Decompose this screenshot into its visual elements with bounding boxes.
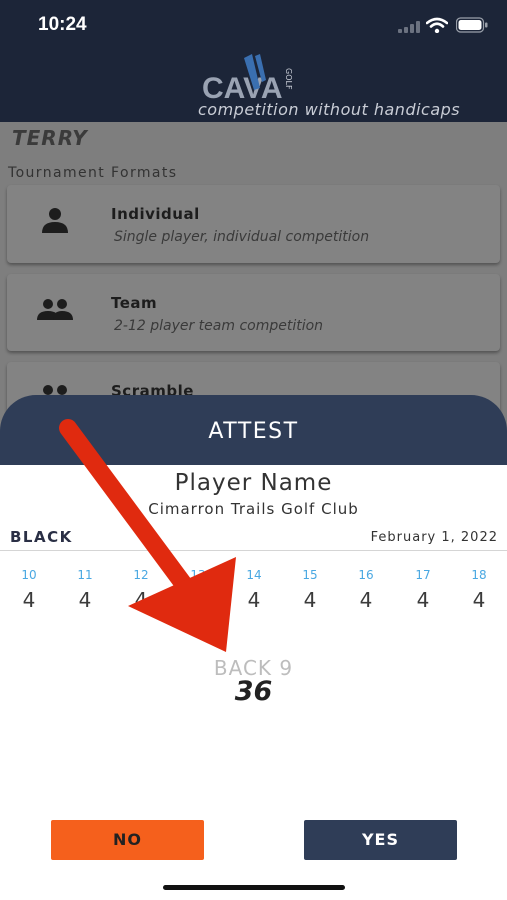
status-time: 10:24 [38, 14, 87, 35]
group-icon [37, 299, 73, 320]
wifi-icon [426, 17, 448, 33]
club-name: Cimarron Trails Golf Club [148, 500, 359, 518]
hole-number: 17 [415, 568, 431, 582]
hole-strokes: 4 [22, 588, 36, 612]
hole-number: 14 [246, 568, 262, 582]
player-name: Player Name [174, 470, 333, 496]
hole-strokes: 4 [247, 588, 261, 612]
hole-strokes: 4 [472, 588, 486, 612]
cava-golf-logo: CAVA GOLF [202, 54, 293, 105]
hole-number: 18 [471, 568, 487, 582]
section-title: Tournament Formats [8, 165, 178, 181]
hole-number: 10 [21, 568, 37, 582]
hole-number: 15 [302, 568, 318, 582]
divider [0, 550, 507, 551]
modal-title: ATTEST [208, 419, 299, 444]
hole-strokes: 4 [78, 588, 92, 612]
format-card-individual[interactable]: Individual Single player, individual com… [7, 185, 500, 263]
svg-text:GOLF: GOLF [284, 68, 293, 90]
cellular-signal-icon [398, 21, 420, 33]
hole-strokes: 4 [303, 588, 317, 612]
tee-name: BLACK [10, 528, 73, 546]
format-title: Individual [111, 205, 200, 223]
back-nine-total: 36 [234, 676, 273, 707]
hole-number: 13 [190, 568, 206, 582]
no-button[interactable]: NO [51, 820, 204, 860]
hole-strokes: 4 [359, 588, 373, 612]
format-title: Team [111, 294, 158, 312]
hole-strokes: 4 [416, 588, 430, 612]
format-card-team[interactable]: Team 2-12 player team competition [7, 274, 500, 351]
hole-strokes: 4 [191, 588, 205, 612]
hole-number: 11 [77, 568, 93, 582]
hole-number: 16 [358, 568, 374, 582]
yes-button[interactable]: YES [304, 820, 457, 860]
battery-icon [456, 17, 488, 33]
format-subtitle: 2-12 player team competition [114, 318, 324, 334]
hole-number: 12 [133, 568, 149, 582]
hole-strokes: 4 [134, 588, 148, 612]
player-first-name: TERRY [12, 126, 88, 150]
person-icon [42, 208, 68, 233]
tagline: competition without handicaps [198, 100, 461, 119]
round-date: February 1, 2022 [370, 530, 498, 545]
format-subtitle: Single player, individual competition [114, 229, 370, 245]
home-indicator[interactable] [163, 885, 345, 890]
